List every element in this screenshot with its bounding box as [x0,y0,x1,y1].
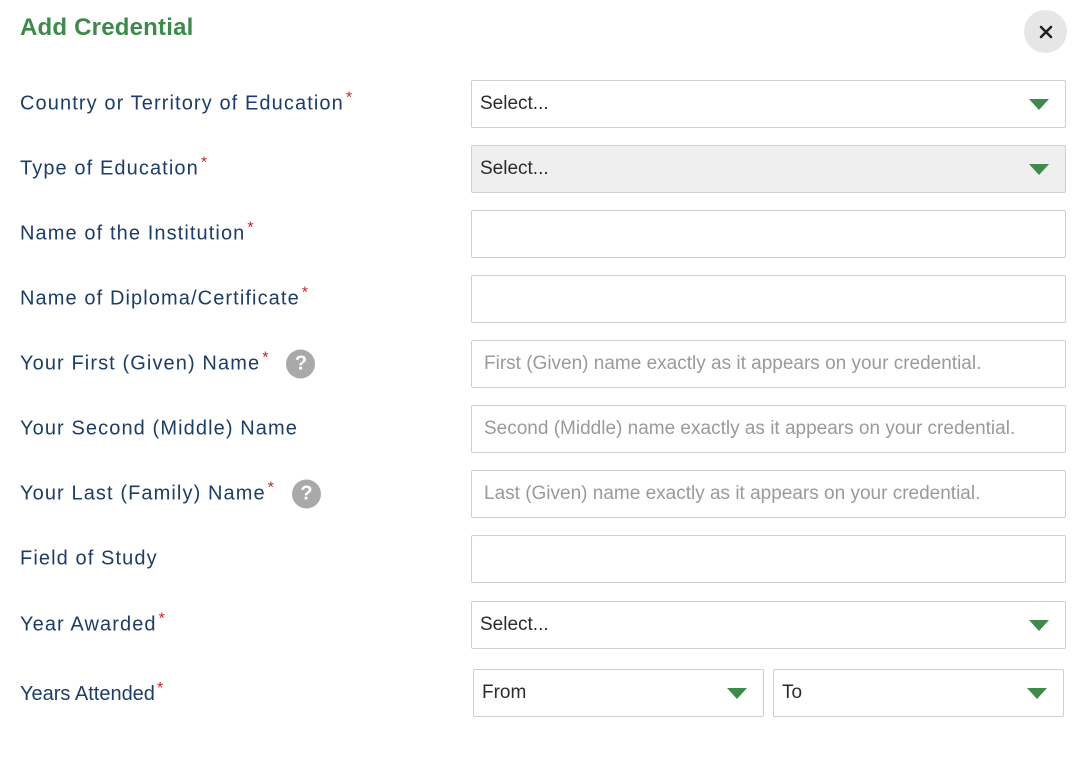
education-type-select[interactable]: Select... [471,145,1066,193]
field-of-study-input[interactable] [472,536,1065,582]
first-name-label: Your First (Given) Name * ? [20,349,316,379]
first-name-row: Your First (Given) Name * ? [0,340,1080,388]
chevron-down-icon [727,688,747,699]
first-name-input[interactable] [472,341,1065,387]
year-awarded-label: Year Awarded * [20,610,165,637]
required-asterisk: * [301,284,309,301]
country-select-value: Select... [480,93,549,114]
dialog-title: Add Credential [20,14,194,41]
years-attended-to-select[interactable]: To [773,669,1064,717]
year-awarded-select-value: Select... [480,614,549,635]
field-of-study-row: Field of Study [0,535,1080,583]
field-of-study-label-text: Field of Study [20,547,158,570]
country-select[interactable]: Select... [471,80,1066,128]
year-awarded-select[interactable]: Select... [471,601,1066,649]
year-awarded-label-text: Year Awarded [20,613,157,636]
required-asterisk: * [345,89,353,106]
middle-name-label-text: Your Second (Middle) Name [20,417,298,440]
required-asterisk: * [156,679,164,697]
required-asterisk: * [267,479,274,496]
institution-field-wrapper [471,210,1066,258]
diploma-label-text: Name of Diploma/Certificate [20,287,300,310]
country-label: Country or Territory of Education * [20,89,352,116]
first-name-field-wrapper [471,340,1066,388]
institution-row: Name of the Institution * [0,210,1080,258]
years-attended-to-value: To [782,682,803,703]
education-type-select-value: Select... [480,158,549,179]
diploma-row: Name of Diploma/Certificate * [0,275,1080,323]
close-icon [1039,25,1052,38]
help-icon[interactable]: ? [291,479,321,509]
education-type-label-text: Type of Education [20,157,199,180]
chevron-down-icon [1029,164,1049,175]
institution-input[interactable] [472,211,1065,257]
institution-label: Name of the Institution * [20,219,254,246]
close-button[interactable] [1024,10,1067,53]
years-attended-label: Years Attended * [20,679,164,706]
middle-name-field-wrapper [471,405,1066,453]
diploma-label: Name of Diploma/Certificate * [20,284,308,311]
required-asterisk: * [247,219,254,236]
country-row: Country or Territory of Education * Selec… [0,80,1080,128]
years-attended-label-text: Years Attended [20,683,155,705]
field-of-study-field-wrapper [471,535,1066,583]
last-name-row: Your Last (Family) Name * ? [0,470,1080,518]
last-name-label: Your Last (Family) Name * ? [20,479,321,509]
required-asterisk: * [158,610,165,627]
middle-name-label: Your Second (Middle) Name [20,418,298,441]
middle-name-row: Your Second (Middle) Name [0,405,1080,453]
chevron-down-icon [1027,688,1047,699]
middle-name-input[interactable] [472,406,1065,452]
add-credential-dialog: Add Credential Country or Territory of E… [0,0,1080,759]
years-attended-from-value: From [482,682,527,703]
last-name-input[interactable] [472,471,1065,517]
country-label-text: Country or Territory of Education [20,92,344,115]
help-icon[interactable]: ? [286,349,316,379]
required-asterisk: * [262,349,269,366]
last-name-field-wrapper [471,470,1066,518]
required-asterisk: * [200,154,208,171]
education-type-label: Type of Education * [20,154,207,181]
year-awarded-row: Year Awarded * Select... [0,601,1080,649]
last-name-label-text: Your Last (Family) Name [20,482,266,505]
education-type-row: Type of Education * Select... [0,145,1080,193]
institution-label-text: Name of the Institution [20,222,246,245]
years-attended-row: Years Attended * From To [0,669,1080,717]
diploma-field-wrapper [471,275,1066,323]
chevron-down-icon [1029,99,1049,110]
years-attended-from-select[interactable]: From [473,669,764,717]
diploma-input[interactable] [472,276,1065,322]
chevron-down-icon [1029,620,1049,631]
field-of-study-label: Field of Study [20,548,158,571]
first-name-label-text: Your First (Given) Name [20,352,261,375]
